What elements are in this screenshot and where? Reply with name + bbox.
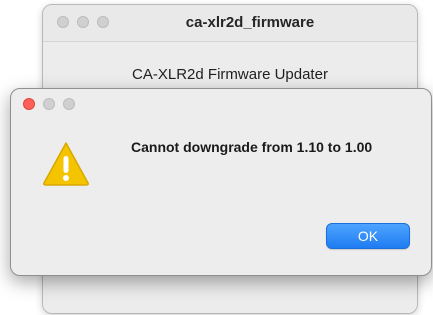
- alert-message: Cannot downgrade from 1.10 to 1.00: [131, 139, 373, 155]
- window-title: ca-xlr2d_firmware: [185, 14, 315, 31]
- alert-titlebar[interactable]: [11, 89, 431, 119]
- alert-dialog: Cannot downgrade from 1.10 to 1.00 OK: [10, 88, 432, 276]
- alert-close-button[interactable]: [23, 98, 35, 110]
- alert-zoom-button[interactable]: [63, 98, 75, 110]
- alert-minimize-button[interactable]: [43, 98, 55, 110]
- updater-heading: CA-XLR2d Firmware Updater: [132, 66, 328, 83]
- ok-button[interactable]: OK: [326, 223, 410, 249]
- desktop-stage: ca-xlr2d_firmware CA-XLR2d Firmware Upda…: [0, 0, 433, 315]
- window-titlebar[interactable]: ca-xlr2d_firmware: [43, 5, 417, 42]
- warning-icon: [41, 139, 91, 189]
